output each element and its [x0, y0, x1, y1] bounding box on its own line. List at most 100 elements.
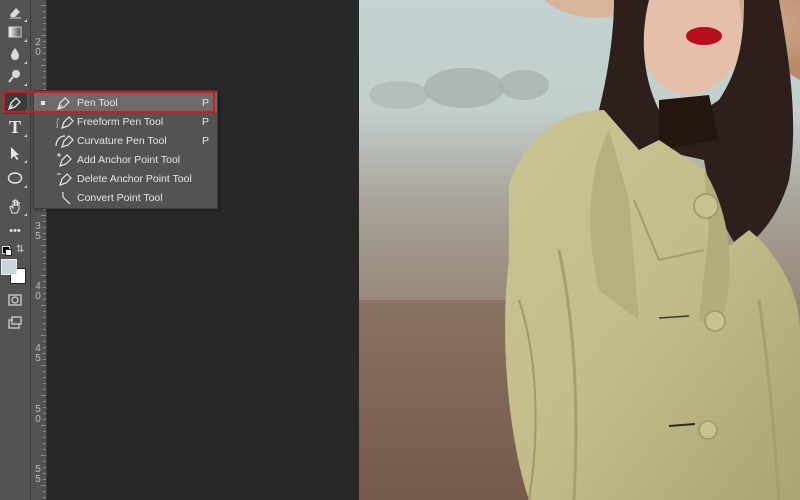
ruler-tick — [41, 245, 46, 246]
menu-item-curvature-pen-tool[interactable]: Curvature Pen Tool P — [34, 131, 217, 150]
submenu-indicator-icon — [24, 134, 27, 137]
ruler-tick — [41, 485, 46, 486]
photo-image — [359, 0, 800, 500]
ruler-tick — [41, 305, 46, 306]
ruler-tick — [43, 389, 46, 390]
menu-item-convert-point-tool[interactable]: Convert Point Tool — [34, 188, 217, 207]
foreground-color-swatch[interactable] — [1, 259, 17, 275]
ruler-tick — [43, 317, 46, 318]
ruler-tick — [43, 341, 46, 342]
screen-mode-icon — [8, 316, 22, 329]
ruler-tick — [43, 287, 46, 288]
ruler-tick — [43, 11, 46, 12]
ruler-tick — [41, 335, 46, 336]
ruler-tick — [43, 299, 46, 300]
swap-colors-icon[interactable]: ⇅ — [16, 244, 24, 255]
edit-toolbar-button[interactable]: ••• — [3, 220, 27, 242]
ruler-tick — [43, 281, 46, 282]
menu-item-label: Curvature Pen Tool — [77, 134, 167, 147]
menu-item-label: Pen Tool — [77, 96, 118, 109]
canvas-pasteboard[interactable] — [47, 0, 359, 500]
ruler-tick — [43, 59, 46, 60]
ruler-tick — [43, 461, 46, 462]
menu-item-shortcut: P — [201, 134, 209, 147]
submenu-indicator-icon — [24, 213, 27, 216]
ruler-tick — [43, 407, 46, 408]
ruler-tick — [43, 467, 46, 468]
tools-panel: T ••• ⇅ — [0, 0, 31, 500]
ruler-tick — [43, 443, 46, 444]
vertical-ruler[interactable]: 2 0 3 5 4 0 4 5 5 0 5 5 — [31, 0, 47, 500]
ruler-tick — [43, 401, 46, 402]
ruler-tick — [43, 263, 46, 264]
ruler-label: 5 — [35, 474, 41, 485]
ruler-tick — [43, 413, 46, 414]
hand-tool[interactable] — [3, 195, 27, 217]
hand-icon — [9, 199, 20, 214]
path-selection-tool[interactable] — [3, 142, 27, 164]
default-colors-icon[interactable] — [2, 246, 12, 256]
menu-item-label: Convert Point Tool — [77, 191, 163, 204]
ruler-tick — [43, 83, 46, 84]
type-tool[interactable]: T — [3, 116, 27, 138]
ruler-tick — [43, 53, 46, 54]
screen-mode-button[interactable] — [3, 312, 27, 334]
blur-tool[interactable] — [3, 43, 27, 65]
ruler-tick — [43, 251, 46, 252]
ellipse-tool[interactable] — [3, 167, 27, 189]
ruler-tick — [43, 41, 46, 42]
ruler-tick — [43, 377, 46, 378]
ruler-tick — [41, 65, 46, 66]
ruler-tick — [43, 497, 46, 498]
pen-icon — [7, 97, 21, 111]
menu-item-label: Add Anchor Point Tool — [77, 153, 181, 166]
quick-mask-button[interactable] — [3, 289, 27, 311]
blur-icon — [11, 48, 19, 60]
ruler-tick — [43, 17, 46, 18]
path-selection-icon — [11, 147, 19, 160]
dodge-tool[interactable] — [3, 65, 27, 87]
menu-item-delete-anchor-point-tool[interactable]: Delete Anchor Point Tool — [34, 169, 217, 188]
pen-tool[interactable] — [3, 92, 27, 114]
ruler-label: 5 — [35, 353, 41, 364]
eraser-icon — [10, 8, 21, 19]
menu-item-shortcut: P — [201, 115, 209, 128]
ruler-tick — [43, 269, 46, 270]
ruler-tick — [43, 359, 46, 360]
curvature-pen-icon — [55, 133, 75, 149]
ruler-tick — [43, 437, 46, 438]
ruler-tick — [43, 479, 46, 480]
gradient-icon — [8, 26, 22, 38]
ruler-tick — [43, 233, 46, 234]
ruler-tick — [41, 215, 46, 216]
quick-mask-icon — [8, 294, 22, 306]
ruler-tick — [43, 323, 46, 324]
menu-item-add-anchor-point-tool[interactable]: Add Anchor Point Tool — [34, 150, 217, 169]
type-icon: T — [8, 116, 21, 137]
more-icon: ••• — [9, 225, 21, 237]
submenu-indicator-icon — [24, 160, 27, 163]
menu-item-label: Freeform Pen Tool — [77, 115, 164, 128]
ruler-tick — [43, 353, 46, 354]
ruler-tick — [43, 419, 46, 420]
ruler-tick — [43, 491, 46, 492]
menu-item-freeform-pen-tool[interactable]: Freeform Pen Tool P — [34, 112, 217, 131]
ruler-tick — [41, 395, 46, 396]
ruler-tick — [43, 209, 46, 210]
freeform-pen-icon — [55, 114, 75, 130]
ruler-tick — [43, 227, 46, 228]
ruler-tick — [43, 239, 46, 240]
add-anchor-point-icon — [55, 152, 75, 168]
menu-item-pen-tool[interactable]: Pen Tool P — [34, 93, 217, 112]
document-photo[interactable] — [359, 0, 800, 500]
gradient-tool[interactable] — [3, 21, 27, 43]
ruler-tick — [43, 29, 46, 30]
ruler-tick — [43, 221, 46, 222]
submenu-indicator-icon — [24, 61, 27, 64]
ruler-tick — [43, 257, 46, 258]
pen-icon — [55, 95, 75, 111]
eraser-tool[interactable] — [3, 1, 27, 23]
ruler-tick — [41, 425, 46, 426]
ruler-tick — [43, 47, 46, 48]
ruler-tick — [41, 35, 46, 36]
